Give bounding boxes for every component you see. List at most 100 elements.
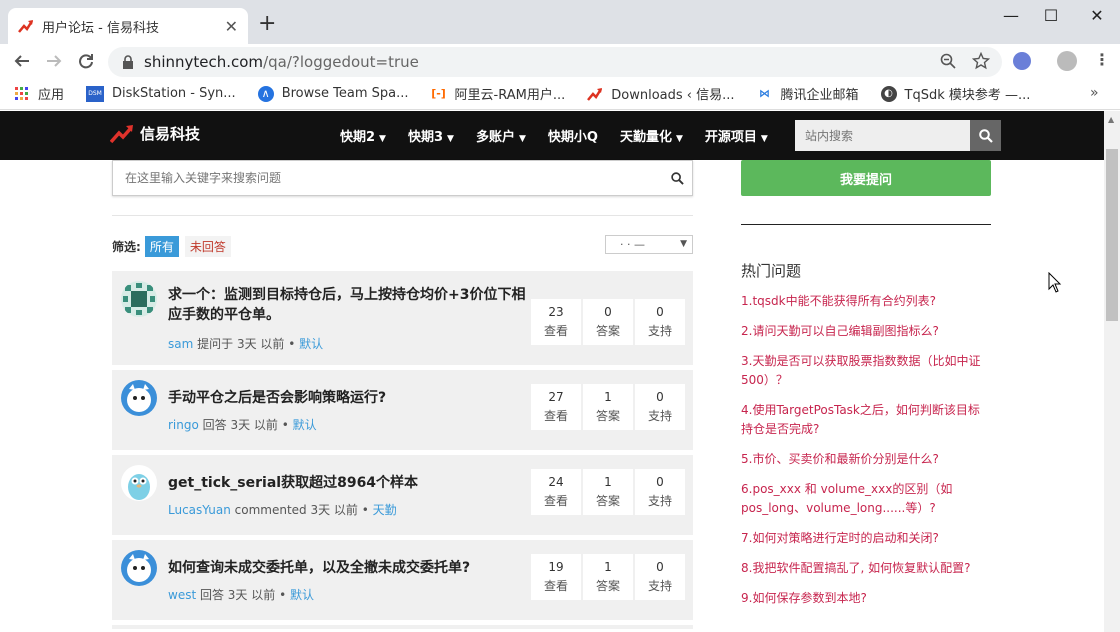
reload-button[interactable] [74, 49, 98, 73]
question-title[interactable]: 求一个：监测到目标持仓后，马上按持仓均价+3价位下相应手数的平仓单。 [168, 285, 528, 325]
caret-down-icon: ▼ [675, 134, 683, 144]
reload-icon [79, 54, 93, 69]
bookmark-diskstation[interactable]: DSM DiskStation - Syn... [86, 85, 236, 102]
answers-stat: 0 答案 [583, 299, 633, 345]
address-bar[interactable]: shinnytech.com/qa/?loggedout=true [108, 47, 1002, 77]
sort-value: · · — [620, 238, 645, 251]
nav-menu-item[interactable]: 快期3 ▼ [408, 126, 454, 145]
more-bookmarks-icon[interactable]: » [1090, 85, 1099, 101]
answers-stat: 1 答案 [583, 384, 633, 430]
hot-question-link[interactable]: 3.天勤是否可以获取股票指数数据（比如中证500）？ [741, 352, 991, 390]
question-category[interactable]: 默认 [290, 588, 314, 602]
caret-down-icon: ▼ [447, 134, 454, 144]
question-title[interactable]: get_tick_serial获取超过8964个样本 [168, 473, 528, 493]
avatar[interactable] [121, 380, 157, 416]
bookmark-aliyun[interactable]: [-] 阿里云-RAM用户... [431, 84, 565, 103]
scroll-up-icon[interactable]: ▲ [1108, 115, 1114, 124]
site-favicon [18, 20, 34, 33]
nav-menu-item[interactable]: 快期小Q [548, 126, 598, 145]
question-title[interactable]: 如何查询未成交委托单，以及全撤未成交委托单? [168, 558, 528, 578]
question-meta: LucasYuan commented 3天 以前 • 天勤 [168, 501, 397, 518]
search-icon [670, 171, 684, 185]
hot-question-link[interactable]: 9.如何保存参数到本地? [741, 589, 991, 608]
nav-menu-item[interactable]: 天勤量化 ▼ [620, 126, 683, 145]
question-list: 求一个：监测到目标持仓后，马上按持仓均价+3价位下相应手数的平仓单。 sam 提问… [112, 271, 693, 629]
nav-menu-item[interactable]: 开源项目 ▼ [705, 126, 768, 145]
question-author[interactable]: LucasYuan [168, 503, 231, 517]
filter-bar: 筛选: 所有 未回答 [112, 236, 237, 257]
bookmark-tqsdk[interactable]: ◐ TqSdk 模块参考 —... [880, 84, 1030, 103]
sort-select[interactable]: · · — ▼ [605, 235, 693, 254]
apps-grid-icon [14, 86, 30, 102]
votes-stat: 0 支持 [635, 299, 685, 345]
hot-question-link[interactable]: 6.pos_xxx 和 volume_xxx的区别（如pos_long、volu… [741, 480, 991, 518]
maximize-button[interactable]: ☐ [1028, 4, 1074, 28]
scrollbar-thumb[interactable] [1106, 149, 1118, 321]
site-navbar: 信易科技 快期2 ▼ 快期3 ▼ 多账户 ▼ 快期小Q 天勤量化 ▼ 开源项目 ▼ [0, 111, 1104, 160]
question-author[interactable]: west [168, 588, 196, 602]
filter-unanswered[interactable]: 未回答 [184, 236, 231, 257]
new-tab-button[interactable]: + [258, 12, 276, 36]
logo-text: 信易科技 [140, 125, 201, 143]
extension-icon[interactable] [1013, 52, 1031, 70]
tab-close-icon[interactable]: ✕ [225, 17, 238, 36]
question-author[interactable]: sam [168, 337, 193, 351]
hot-question-link[interactable]: 7.如何对策略进行定时的启动和关闭? [741, 529, 991, 548]
question-author[interactable]: ringo [168, 418, 199, 432]
logo-mark-icon [110, 124, 133, 143]
lock-icon [123, 55, 133, 69]
search-icon [978, 128, 993, 143]
hot-questions-list: 1.tqsdk中能不能获得所有合约列表? 2.请问天勤可以自己编辑副图指标么? 3.… [741, 292, 991, 619]
sidebar-divider [741, 224, 991, 225]
hot-question-link[interactable]: 1.tqsdk中能不能获得所有合约列表? [741, 292, 991, 311]
question-action: 回答 3天 以前 • [202, 418, 289, 432]
filter-all[interactable]: 所有 [144, 236, 179, 257]
forward-button[interactable] [42, 49, 66, 73]
avatar[interactable] [121, 550, 157, 586]
nav-menu-item[interactable]: 多账户 ▼ [476, 126, 526, 145]
zoom-icon[interactable] [940, 53, 956, 69]
site-logo[interactable]: 信易科技 [110, 123, 200, 144]
bookmark-downloads[interactable]: Downloads ‹ 信易... [587, 84, 735, 103]
site-search-input[interactable] [795, 120, 970, 151]
hot-question-link[interactable]: 4.使用TargetPosTask之后，如何判断该目标持仓是否完成? [741, 401, 991, 439]
question-meta: sam 提问于 3天 以前 • 默认 [168, 335, 323, 352]
question-meta: ringo 回答 3天 以前 • 默认 [168, 416, 317, 433]
page-scrollbar[interactable]: ▲ [1104, 111, 1120, 632]
site-favicon [587, 86, 603, 102]
question-category[interactable]: 天勤 [373, 503, 397, 517]
browser-menu-icon[interactable]: ⋮ [1094, 50, 1110, 69]
avatar[interactable] [121, 281, 157, 317]
question-stats: 27 查看 1 答案 0 支持 [529, 384, 685, 430]
question-action: commented 3天 以前 • [234, 503, 369, 517]
bookmark-browse-team[interactable]: ∧ Browse Team Spa... [257, 85, 409, 102]
browser-tab[interactable]: 用户论坛 - 信易科技 ✕ [8, 8, 248, 44]
question-item-partial [112, 625, 693, 629]
browser-toolbar: shinnytech.com/qa/?loggedout=true ⋮ [0, 44, 1120, 78]
hot-question-link[interactable]: 5.市价、买卖价和最新价分别是什么? [741, 450, 991, 469]
question-category[interactable]: 默认 [293, 418, 317, 432]
bookmarks-bar: 应用 DSM DiskStation - Syn... ∧ Browse Tea… [0, 78, 1120, 110]
question-search-input[interactable] [113, 163, 662, 193]
nav-menu-item[interactable]: 快期2 ▼ [340, 126, 386, 145]
caret-down-icon: ▼ [379, 134, 386, 144]
ask-question-button[interactable]: 我要提问 [741, 160, 991, 196]
close-window-button[interactable]: ✕ [1074, 4, 1120, 28]
question-search-button[interactable] [662, 171, 692, 185]
bookmark-tencent-mail[interactable]: ⋈ 腾讯企业邮箱 [757, 84, 859, 103]
question-category[interactable]: 默认 [299, 337, 323, 351]
browser-titlebar: 用户论坛 - 信易科技 ✕ + — ☐ ✕ [0, 0, 1120, 44]
question-action: 回答 3天 以前 • [199, 588, 287, 602]
question-item: get_tick_serial获取超过8964个样本 LucasYuan comm… [112, 455, 693, 535]
back-button[interactable] [10, 49, 34, 73]
site-search-button[interactable] [970, 120, 1001, 151]
bookmark-star-icon[interactable] [972, 52, 990, 70]
bookmark-apps[interactable]: 应用 [14, 84, 64, 103]
question-title[interactable]: 手动平仓之后是否会影响策略运行? [168, 388, 528, 408]
forward-arrow-icon [47, 55, 62, 67]
avatar[interactable] [121, 465, 157, 501]
hot-question-link[interactable]: 8.我把软件配置搞乱了, 如何恢复默认配置? [741, 559, 991, 578]
hot-question-link[interactable]: 2.请问天勤可以自己编辑副图指标么? [741, 322, 991, 341]
answers-stat: 1 答案 [583, 554, 633, 600]
profile-avatar-icon[interactable] [1057, 51, 1077, 71]
